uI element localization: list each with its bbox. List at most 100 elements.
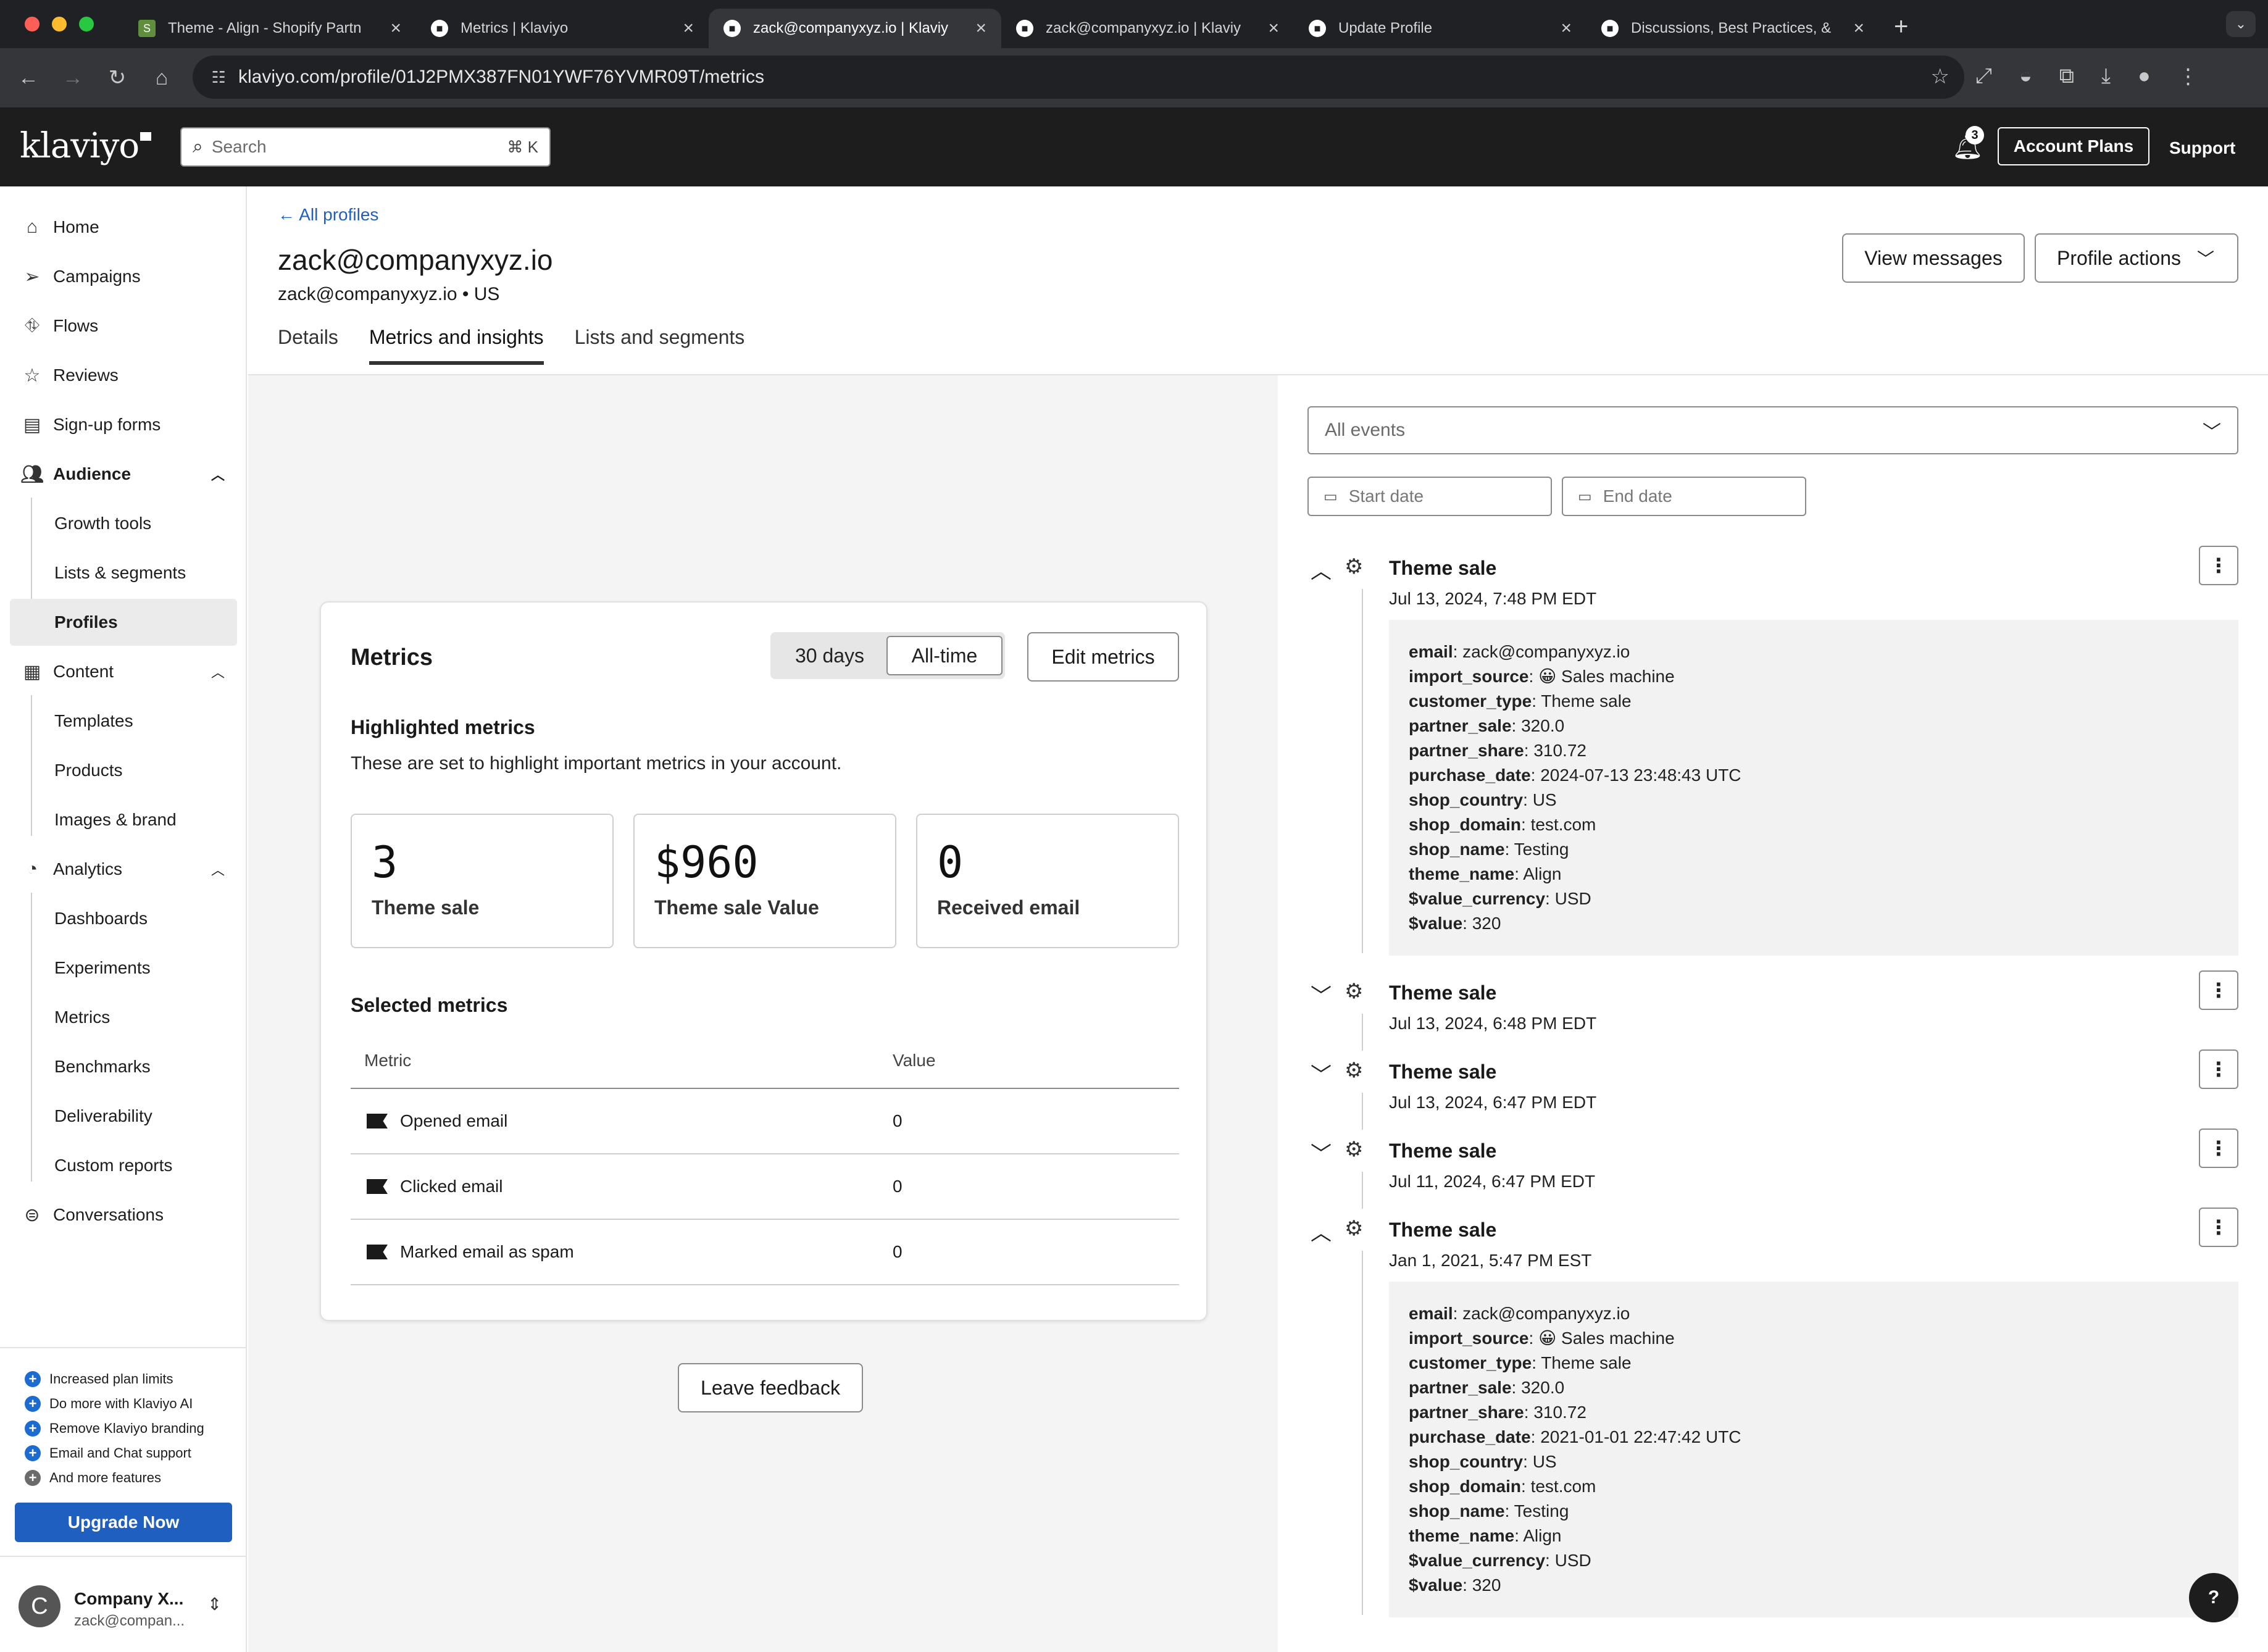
klaviyo-icon: ■ bbox=[1601, 20, 1619, 37]
sidebar-item-profiles[interactable]: Profiles bbox=[10, 599, 237, 646]
property-key: partner_sale bbox=[1409, 716, 1512, 735]
profile-actions-button[interactable]: Profile actions ﹀ bbox=[2035, 233, 2238, 283]
sidebar-item-reviews[interactable]: ☆ Reviews bbox=[10, 352, 237, 399]
upsell-item: + Do more with Klaviyo AI bbox=[0, 1391, 246, 1416]
upsell-item: + And more features bbox=[0, 1466, 246, 1490]
event-filter-select[interactable]: All events ﹀ bbox=[1307, 406, 2238, 454]
tab-search-button[interactable]: ⌄ bbox=[2226, 11, 2256, 37]
property-key: customer_type bbox=[1409, 1353, 1532, 1372]
notifications-bell-icon[interactable]: 🔔︎ 3 bbox=[1952, 126, 1984, 161]
edit-metrics-button[interactable]: Edit metrics bbox=[1027, 632, 1179, 682]
sidebar-item-dashboards[interactable]: Dashboards bbox=[10, 895, 237, 942]
upgrade-now-button[interactable]: Upgrade Now bbox=[15, 1503, 232, 1542]
browser-tab-2[interactable]: ■ zack@companyxyz.io | Klaviy × bbox=[709, 9, 1001, 48]
minimize-window-button[interactable] bbox=[52, 17, 67, 31]
close-tab-icon[interactable]: × bbox=[683, 18, 694, 39]
range-all-time[interactable]: All-time bbox=[886, 636, 1003, 675]
sidebar-item-custom-reports[interactable]: Custom reports bbox=[10, 1142, 237, 1189]
klaviyo-logo[interactable]: klaviyo bbox=[20, 126, 152, 166]
close-tab-icon[interactable]: × bbox=[975, 18, 986, 39]
event-menu-button[interactable]: ⋮ bbox=[2199, 1049, 2238, 1089]
close-tab-icon[interactable]: × bbox=[1561, 18, 1572, 39]
sidebar-item-home[interactable]: ⌂ Home bbox=[10, 204, 237, 251]
search-input[interactable]: ⌕ Search ⌘ K bbox=[180, 127, 551, 167]
event-menu-button[interactable]: ⋮ bbox=[2199, 970, 2238, 1010]
chevron-up-icon[interactable]: ︿ bbox=[1310, 554, 1332, 585]
close-window-button[interactable] bbox=[25, 17, 40, 31]
end-date-input[interactable]: ▭ End date bbox=[1562, 477, 1806, 516]
close-tab-icon[interactable]: × bbox=[390, 18, 401, 39]
tab-metrics-insights[interactable]: Metrics and insights bbox=[369, 326, 544, 365]
reload-icon[interactable]: ↻ bbox=[95, 65, 140, 90]
profile-avatar-icon[interactable]: ● bbox=[2138, 64, 2151, 89]
sidebar-item-experiments[interactable]: Experiments bbox=[10, 945, 237, 991]
close-tab-icon[interactable]: × bbox=[1853, 18, 1864, 39]
browser-tab-0[interactable]: S Theme - Align - Shopify Partn × bbox=[123, 9, 416, 48]
event-menu-button[interactable]: ⋮ bbox=[2199, 546, 2238, 585]
account-plans-button[interactable]: Account Plans bbox=[1998, 127, 2149, 165]
bookmark-star-icon[interactable]: ☆ bbox=[1931, 64, 1949, 89]
sidebar-item-products[interactable]: Products bbox=[10, 747, 237, 794]
sidebar-item-benchmarks[interactable]: Benchmarks bbox=[10, 1043, 237, 1090]
metrics-title: Metrics bbox=[351, 645, 433, 670]
download-icon[interactable]: ⤓ bbox=[2101, 64, 2111, 89]
company-switcher[interactable]: C Company X... zack@compan... ⇕ bbox=[0, 1556, 246, 1652]
sidebar-item-analytics[interactable]: ◔ Analytics ︿ bbox=[10, 846, 237, 893]
leave-feedback-button[interactable]: Leave feedback bbox=[678, 1363, 863, 1412]
sidebar-item-conversations[interactable]: ⊜ Conversations bbox=[10, 1191, 237, 1238]
sidebar-item-flows[interactable]: ⛗ Flows bbox=[10, 302, 237, 349]
address-bar[interactable]: ☷ klaviyo.com/profile/01J2PMX387FN01YWF7… bbox=[193, 56, 1964, 99]
extension-icon[interactable]: ◒ bbox=[2019, 64, 2032, 89]
sidebar-item-deliverability[interactable]: Deliverability bbox=[10, 1093, 237, 1140]
chevron-down-icon[interactable]: ﹀ bbox=[1310, 979, 1332, 1009]
forward-arrow-icon[interactable]: → bbox=[51, 66, 95, 90]
tab-details[interactable]: Details bbox=[278, 326, 338, 365]
range-30-days[interactable]: 30 days bbox=[773, 636, 886, 675]
property-value: 😀 Sales machine bbox=[1538, 667, 1675, 686]
browser-tab-4[interactable]: ■ Update Profile × bbox=[1294, 9, 1586, 48]
all-profiles-link[interactable]: ← All profiles bbox=[278, 205, 378, 225]
sidebar-item-content[interactable]: ▦ Content ︿ bbox=[10, 648, 237, 695]
back-arrow-icon[interactable]: ← bbox=[6, 66, 51, 90]
new-tab-button[interactable]: + bbox=[1894, 13, 1908, 41]
upsell-list: + Increased plan limits + Do more with Kla… bbox=[0, 1347, 246, 1490]
sidebar-item-campaigns[interactable]: ➢ Campaigns bbox=[10, 253, 237, 300]
close-tab-icon[interactable]: × bbox=[1268, 18, 1279, 39]
chevron-down-icon[interactable]: ﹀ bbox=[1310, 1137, 1332, 1167]
sidebar-item-audience[interactable]: 👥︎ Audience ︿ bbox=[10, 451, 237, 498]
main-content: ← All profiles zack@companyxyz.io zack@c… bbox=[248, 186, 2268, 1652]
chevron-up-icon[interactable]: ︿ bbox=[1310, 1216, 1332, 1246]
sidebar-item-growth-tools[interactable]: Growth tools bbox=[10, 500, 237, 547]
sidebar-item-lists-segments[interactable]: Lists & segments bbox=[10, 549, 237, 596]
property-value: 2024-07-13 23:48:43 UTC bbox=[1540, 766, 1741, 785]
gear-icon: ⚙ bbox=[1345, 980, 1364, 1003]
sidebar-item-templates[interactable]: Templates bbox=[10, 698, 237, 745]
upsell-label: Email and Chat support bbox=[49, 1445, 191, 1461]
page-title: zack@companyxyz.io bbox=[278, 244, 553, 276]
puzzle-icon[interactable]: ⧉ bbox=[2059, 64, 2074, 89]
event-menu-button[interactable]: ⋮ bbox=[2199, 1208, 2238, 1247]
klaviyo-icon: ■ bbox=[723, 20, 741, 37]
expand-icon[interactable]: ⤢ bbox=[1975, 64, 1992, 89]
help-button[interactable]: ? bbox=[2189, 1573, 2238, 1622]
upsell-label: Do more with Klaviyo AI bbox=[49, 1396, 193, 1411]
chevron-down-icon[interactable]: ﹀ bbox=[1310, 1058, 1332, 1088]
browser-menu-icon[interactable]: ⋮ bbox=[2178, 64, 2199, 89]
start-date-input[interactable]: ▭ Start date bbox=[1307, 477, 1552, 516]
browser-tab-1[interactable]: ■ Metrics | Klaviyo × bbox=[416, 9, 709, 48]
home-icon[interactable]: ⌂ bbox=[140, 66, 184, 90]
sidebar-item-images-brand[interactable]: Images & brand bbox=[10, 796, 237, 843]
tab-lists-segments[interactable]: Lists and segments bbox=[575, 326, 745, 365]
support-link[interactable]: Support bbox=[2169, 138, 2235, 158]
company-email: zack@compan... bbox=[74, 1612, 185, 1629]
maximize-window-button[interactable] bbox=[79, 17, 94, 31]
property-value: Testing bbox=[1514, 1501, 1569, 1521]
event-menu-button[interactable]: ⋮ bbox=[2199, 1128, 2238, 1168]
site-info-icon[interactable]: ☷ bbox=[206, 65, 231, 90]
browser-tab-5[interactable]: ■ Discussions, Best Practices, & × bbox=[1586, 9, 1879, 48]
sidebar-item-signup-forms[interactable]: ▤ Sign-up forms bbox=[10, 401, 237, 448]
view-messages-button[interactable]: View messages bbox=[1842, 233, 2025, 283]
sidebar-item-metrics[interactable]: Metrics bbox=[10, 994, 237, 1041]
event-property: shop_domain: test.com bbox=[1409, 1477, 1596, 1496]
browser-tab-3[interactable]: ■ zack@companyxyz.io | Klaviy × bbox=[1001, 9, 1294, 48]
